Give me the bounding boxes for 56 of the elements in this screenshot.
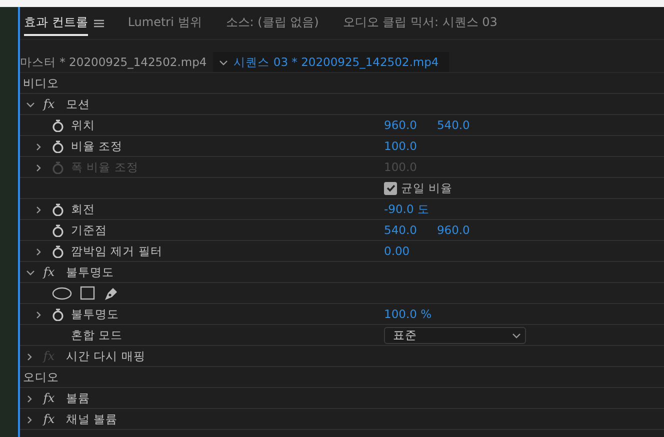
property-value[interactable]: 0.00 — [384, 244, 410, 258]
property-value[interactable]: 540.0 — [384, 223, 417, 237]
property-name: 불투명도 — [71, 306, 119, 322]
property-value[interactable]: 540.0 — [436, 118, 470, 132]
effect-name[interactable]: 시간 다시 매핑 — [66, 348, 146, 364]
chevron-right-icon[interactable] — [34, 204, 44, 214]
effect-name[interactable]: 불투명도 — [66, 264, 114, 280]
property-value[interactable]: -90.0 도 — [384, 202, 430, 216]
chevron-right-icon[interactable] — [34, 310, 44, 318]
property-value[interactable]: 100.0 — [384, 139, 417, 153]
checkbox-label: 균일 비율 — [401, 180, 453, 196]
chevron-down-icon[interactable] — [26, 100, 34, 108]
master-clip-label[interactable]: 마스터 * 20200925_142502.mp4 — [20, 54, 213, 70]
panel-tab[interactable]: 소스: (클립 없음) — [226, 10, 319, 36]
chevron-right-icon[interactable] — [34, 246, 44, 256]
chevron-down-icon[interactable] — [218, 58, 228, 66]
stopwatch-icon[interactable] — [52, 202, 64, 216]
property-value[interactable]: 100.0 % — [384, 307, 432, 321]
fx-toggle[interactable]: fx — [43, 412, 55, 426]
panel-tab[interactable]: 오디오 클립 믹서: 시퀀스 03 — [342, 10, 498, 36]
chevron-down-icon[interactable] — [26, 268, 34, 276]
rectangle-icon[interactable] — [80, 286, 95, 300]
section-header: 비디오 — [23, 76, 59, 90]
stopwatch-icon[interactable] — [52, 118, 64, 132]
fx-toggle[interactable]: fx — [43, 265, 55, 279]
effect-name[interactable]: 볼륨 — [66, 390, 90, 406]
effect-name[interactable]: 모션 — [66, 96, 90, 112]
fx-toggle[interactable]: fx — [43, 391, 55, 405]
stopwatch-icon[interactable] — [52, 244, 64, 258]
fx-toggle[interactable]: fx — [43, 97, 55, 111]
chevron-right-icon[interactable] — [34, 142, 44, 150]
stopwatch-icon[interactable] — [52, 308, 64, 320]
chevron-down-icon[interactable] — [512, 330, 521, 340]
effect-name[interactable]: 채널 볼륨 — [66, 412, 118, 426]
property-value[interactable]: 960.0 — [436, 223, 470, 237]
property-name: 회전 — [71, 202, 95, 216]
chevron-right-icon[interactable] — [26, 414, 34, 424]
property-name: 깜박임 제거 필터 — [71, 244, 162, 258]
sequence-clip-selector[interactable]: 시퀀스 03 * 20200925_142502.mp4 — [212, 52, 449, 72]
stopwatch-icon[interactable] — [52, 140, 64, 152]
menu-icon[interactable] — [94, 18, 104, 28]
panel-tab[interactable]: 효과 컨트롤 — [24, 10, 88, 36]
chevron-right-icon[interactable] — [26, 394, 34, 402]
ellipse-icon[interactable] — [52, 286, 72, 300]
property-name: 기준점 — [71, 222, 107, 238]
property-value[interactable]: 960.0 — [384, 118, 417, 132]
property-name: 혼합 모드 — [71, 328, 123, 342]
property-name: 비율 조정 — [71, 138, 123, 154]
property-name: 위치 — [71, 118, 95, 132]
section-header: 오디오 — [23, 370, 59, 384]
sequence-clip-name: 시퀀스 03 * 20200925_142502.mp4 — [234, 54, 439, 70]
stopwatch-icon[interactable] — [52, 224, 64, 236]
blend-mode-dropdown[interactable]: 표준 — [384, 326, 526, 344]
panel-tab[interactable]: Lumetri 범위 — [128, 10, 202, 36]
pen-icon[interactable] — [103, 286, 118, 300]
chevron-right-icon[interactable] — [26, 352, 34, 360]
